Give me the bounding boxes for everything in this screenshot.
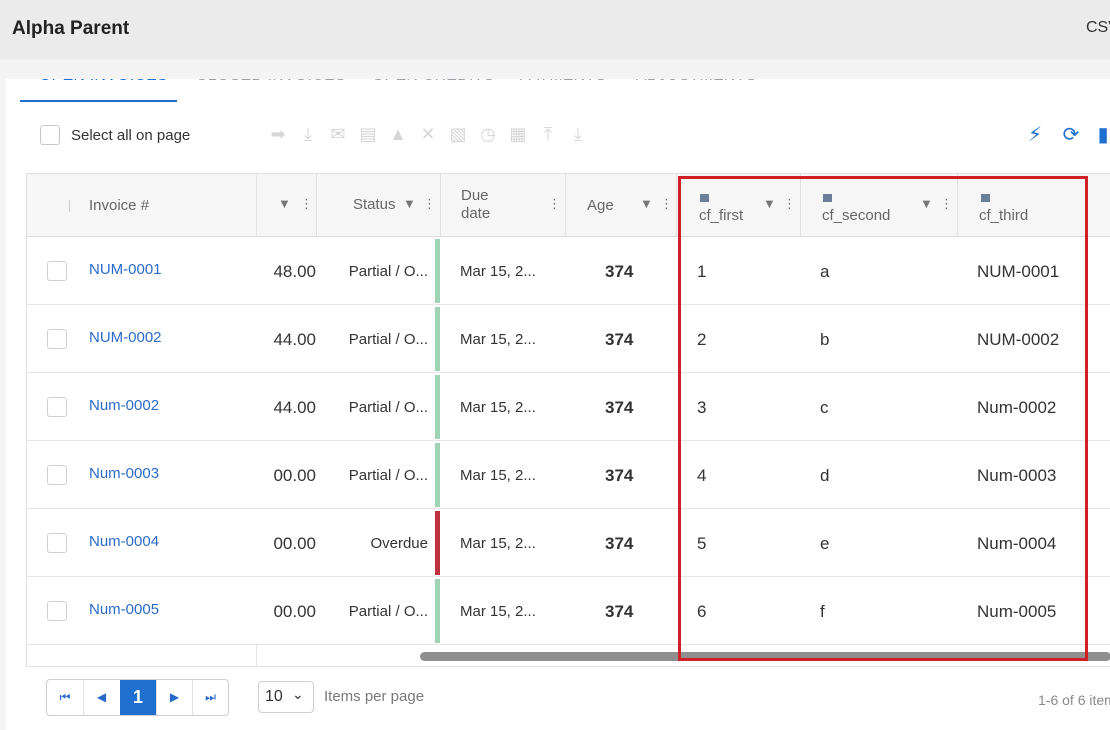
chevron-down-icon: ⌄ xyxy=(292,686,304,702)
items-per-page-label: Items per page xyxy=(324,688,425,705)
header-divider xyxy=(440,174,441,236)
header-handle xyxy=(69,200,70,212)
row-checkbox[interactable] xyxy=(47,397,67,417)
row-checkbox[interactable] xyxy=(47,329,67,349)
due-date-cell: Mar 15, 2... xyxy=(460,467,536,484)
mail-icon[interactable]: ✉ xyxy=(328,124,348,144)
invoice-link[interactable]: NUM-0001 xyxy=(89,261,162,278)
refresh-icon[interactable]: ⟳ xyxy=(1060,124,1082,146)
status-indicator xyxy=(435,511,440,575)
alarm-icon[interactable]: ◷ xyxy=(478,124,498,144)
menu-icon[interactable]: ⋮ xyxy=(300,196,313,212)
amount-cell: 00.00 xyxy=(273,534,316,553)
custom-fields-highlight xyxy=(678,176,1088,661)
row-checkbox[interactable] xyxy=(47,465,67,485)
per-page-select[interactable]: 10 ⌄ xyxy=(258,681,314,713)
tab-closed-invoices[interactable]: CLOSED INVOICES xyxy=(196,79,346,110)
status-indicator xyxy=(435,579,440,643)
invoice-link[interactable]: Num-0002 xyxy=(89,397,159,414)
csv-button[interactable]: CSV xyxy=(1086,19,1110,37)
columns-icon[interactable]: ▮ xyxy=(1096,124,1110,146)
tab-adjustments[interactable]: ADJUSTMENTS xyxy=(636,79,756,110)
app-title: Alpha Parent xyxy=(12,18,130,39)
status-indicator xyxy=(435,375,440,439)
no-file-icon[interactable]: ▧ xyxy=(448,124,468,144)
invoice-link[interactable]: Num-0004 xyxy=(89,533,159,550)
pager-bar: ⏮ ◀ 1 ▶ ⏭ 10 ⌄ Items per page 1-6 of 6 i… xyxy=(26,666,1110,730)
first-page-icon[interactable]: ⏮ xyxy=(47,680,83,715)
tab-open-credits[interactable]: OPEN CREDITS xyxy=(372,79,494,110)
header-divider xyxy=(676,174,677,236)
filter-clear-icon[interactable]: ⚡ xyxy=(1024,124,1046,146)
status-cell: Partial / O... xyxy=(348,467,428,484)
clipboard-icon[interactable]: ▤ xyxy=(358,124,378,144)
age-cell: 374 xyxy=(605,398,634,417)
filter-icon[interactable]: ▼ xyxy=(278,196,291,211)
status-indicator xyxy=(435,443,440,507)
upload-icon[interactable]: ⤒ xyxy=(538,124,558,144)
header-divider xyxy=(316,174,317,236)
row-checkbox[interactable] xyxy=(47,533,67,553)
age-cell: 374 xyxy=(605,602,634,621)
row-checkbox[interactable] xyxy=(47,261,67,281)
due-date-cell: Mar 15, 2... xyxy=(460,331,536,348)
due-date-cell: Mar 15, 2... xyxy=(460,399,536,416)
amount-cell: 44.00 xyxy=(273,330,316,349)
menu-icon[interactable]: ⋮ xyxy=(660,196,673,212)
active-tab-indicator xyxy=(20,100,177,102)
close-icon[interactable]: ✕ xyxy=(418,124,438,144)
filter-icon[interactable]: ▼ xyxy=(640,196,653,211)
warning-icon[interactable]: ▲ xyxy=(388,124,408,144)
filter-icon[interactable]: ▼ xyxy=(403,196,416,211)
invoice-link[interactable]: Num-0005 xyxy=(89,601,159,618)
top-bar: Alpha Parent CSV xyxy=(0,0,1110,59)
download-icon[interactable]: ⤓ xyxy=(298,124,318,144)
invoice-link[interactable]: Num-0003 xyxy=(89,465,159,482)
due-date-cell: Mar 15, 2... xyxy=(460,535,536,552)
invoice-link[interactable]: NUM-0002 xyxy=(89,329,162,346)
age-cell: 374 xyxy=(605,330,634,349)
age-cell: 374 xyxy=(605,534,634,553)
amount-cell: 00.00 xyxy=(273,602,316,621)
calendar-icon[interactable]: ▦ xyxy=(508,124,528,144)
status-indicator xyxy=(435,307,440,371)
status-cell: Partial / O... xyxy=(348,603,428,620)
pager: ⏮ ◀ 1 ▶ ⏭ xyxy=(46,679,229,716)
last-page-icon[interactable]: ⏭ xyxy=(192,680,228,715)
header-divider xyxy=(565,174,566,236)
arrow-right-icon[interactable]: ➡ xyxy=(268,124,288,144)
amount-cell: 48.00 xyxy=(273,262,316,281)
menu-icon[interactable]: ⋮ xyxy=(423,196,436,212)
download-icon[interactable]: ⤓ xyxy=(568,124,588,144)
per-page-value: 10 xyxy=(265,688,283,705)
due-date-cell: Mar 15, 2... xyxy=(460,263,536,280)
amount-cell: 00.00 xyxy=(273,466,316,485)
prev-page-icon[interactable]: ◀ xyxy=(83,680,119,715)
next-page-icon[interactable]: ▶ xyxy=(156,680,192,715)
page: Alpha Parent CSV OPEN INVOICES CLOSED IN… xyxy=(0,0,1110,730)
tab-payments[interactable]: PAYMENTS xyxy=(519,79,606,110)
age-cell: 374 xyxy=(605,262,634,281)
status-cell: Partial / O... xyxy=(348,331,428,348)
age-cell: 374 xyxy=(605,466,634,485)
status-cell: Partial / O... xyxy=(348,399,428,416)
row-checkbox[interactable] xyxy=(47,601,67,621)
amount-cell: 44.00 xyxy=(273,398,316,417)
select-all-checkbox[interactable] xyxy=(40,125,60,145)
status-cell: Overdue xyxy=(370,535,428,552)
status-indicator xyxy=(435,239,440,303)
select-all-label: Select all on page xyxy=(71,127,191,144)
due-date-cell: Mar 15, 2... xyxy=(460,603,536,620)
tab-open-invoices[interactable]: OPEN INVOICES xyxy=(39,79,168,110)
current-page[interactable]: 1 xyxy=(120,680,156,715)
status-cell: Partial / O... xyxy=(348,263,428,280)
menu-icon[interactable]: ⋮ xyxy=(548,196,561,212)
range-label: 1-6 of 6 items xyxy=(1038,692,1110,708)
